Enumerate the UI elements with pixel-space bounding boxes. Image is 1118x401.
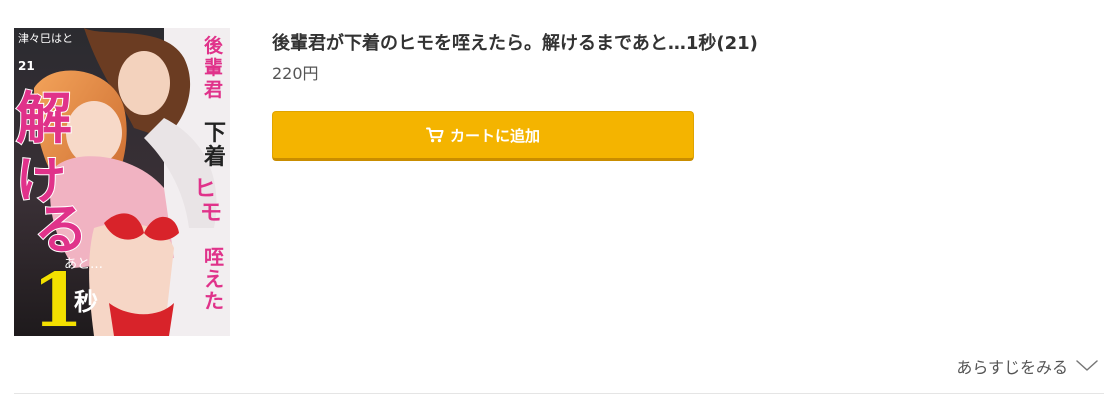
svg-text:え: え — [204, 267, 224, 291]
svg-text:解: 解 — [16, 87, 72, 152]
synopsis-toggle-label: あらすじをみる — [956, 358, 1068, 377]
svg-text:後: 後 — [204, 34, 224, 57]
svg-text:着: 着 — [203, 144, 226, 170]
add-to-cart-button[interactable]: カートに追加 — [272, 111, 694, 161]
svg-text:輩: 輩 — [204, 56, 223, 79]
add-to-cart-label: カートに追加 — [449, 126, 540, 145]
section-divider — [14, 393, 1104, 394]
cover-seconds-unit: 秒 — [74, 287, 98, 316]
svg-text:モ: モ — [200, 200, 222, 226]
svg-text:君: 君 — [204, 79, 223, 101]
cart-icon — [425, 127, 444, 143]
chevron-down-icon — [1076, 360, 1098, 372]
synopsis-toggle[interactable]: あらすじをみる — [956, 354, 1098, 378]
svg-text:下: 下 — [204, 120, 226, 146]
product-price: 220円 — [272, 64, 319, 83]
svg-text:ヒ: ヒ — [194, 176, 216, 202]
svg-text:る: る — [34, 198, 88, 261]
svg-text:咥: 咥 — [204, 245, 224, 269]
product-title[interactable]: 後輩君が下着のヒモを咥えたら。解けるまであと…1秒(21) — [272, 30, 1032, 58]
cover-volume: 21 — [18, 59, 35, 73]
cover-author: 津々巳はと — [18, 32, 73, 45]
svg-text:た: た — [204, 289, 224, 313]
product-info: 後輩君が下着のヒモを咥えたら。解けるまであと…1秒(21) 220円 カートに追… — [272, 30, 1032, 161]
book-cover-image: 後 輩 君 下 着 ヒ モ 咥 え た 津々巳はと 21 解 け る あと… 1… — [14, 28, 230, 336]
book-cover[interactable]: 後 輩 君 下 着 ヒ モ 咥 え た 津々巳はと 21 解 け る あと… 1… — [14, 28, 230, 336]
